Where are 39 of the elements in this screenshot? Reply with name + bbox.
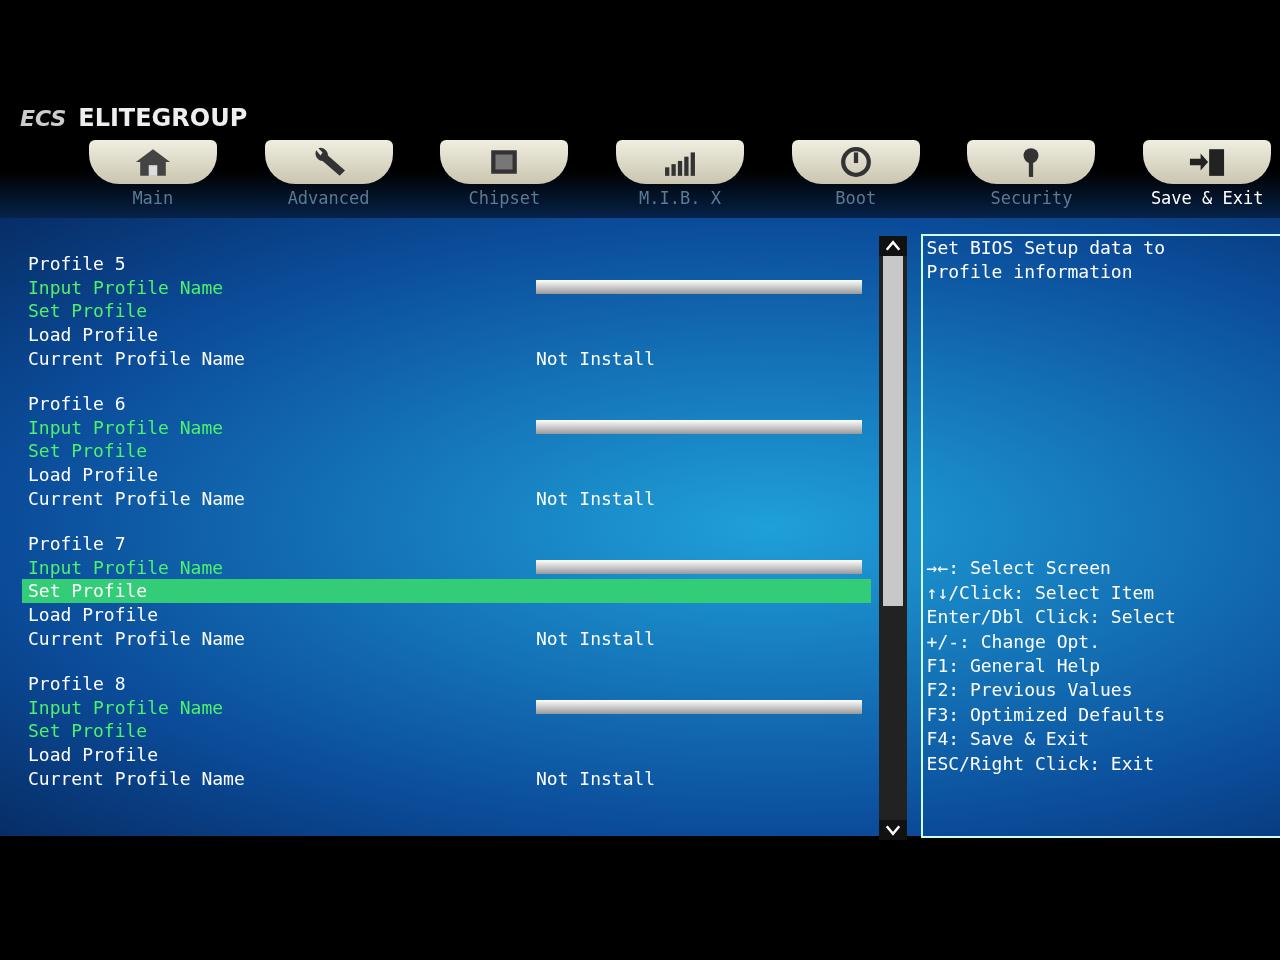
brand-name: ELITEGROUP: [78, 104, 248, 132]
help-description: Set BIOS Setup data to Profile information: [926, 236, 1166, 284]
setup-item[interactable]: Profile 7: [22, 531, 871, 556]
setup-item[interactable]: Profile 8: [22, 671, 871, 696]
setup-item[interactable]: Set Profile: [22, 439, 871, 463]
setup-item[interactable]: Set Profile: [22, 299, 871, 323]
key-hint: F1: General Help: [926, 653, 1101, 678]
key-hint: F3: Optimized Defaults: [926, 702, 1166, 727]
menu-tab[interactable]: Security: [958, 140, 1105, 218]
setup-item[interactable]: Current Profile Name Not Install: [22, 346, 871, 370]
setup-item[interactable]: Input Profile Name: [22, 415, 871, 440]
menu-tab[interactable]: Save & Exit: [1134, 140, 1280, 218]
profile-name-field[interactable]: [536, 280, 862, 295]
ecs-logo: ECS: [20, 106, 67, 131]
menu-tab[interactable]: M.I.B. X: [607, 140, 753, 218]
profile-name-field[interactable]: [536, 560, 862, 575]
setup-item[interactable]: Profile 6: [22, 391, 871, 416]
menu-tab[interactable]: Main: [80, 140, 226, 218]
setup-item[interactable]: Input Profile Name: [22, 695, 871, 720]
setup-item[interactable]: Current Profile Name Not Install: [22, 626, 871, 650]
key-hint: +/-: Change Opt.: [926, 629, 1101, 654]
key-hint: ↑↓/Click: Select Item: [926, 580, 1156, 605]
setup-item[interactable]: Set Profile: [22, 719, 871, 743]
setup-item[interactable]: Current Profile Name Not Install: [22, 766, 871, 790]
scrollbar[interactable]: [878, 236, 907, 840]
key-hint: ESC/Right Click: Exit: [926, 751, 1156, 776]
setup-item[interactable]: Current Profile Name Not Install: [22, 486, 871, 510]
key-hint: F2: Previous Values: [926, 678, 1134, 703]
setup-item[interactable]: Profile 5: [22, 252, 871, 276]
key-hint: →←: Select Screen: [926, 556, 1112, 581]
menu-tab[interactable]: Advanced: [255, 140, 402, 218]
setup-item[interactable]: Input Profile Name: [22, 555, 871, 580]
menu-tab[interactable]: Chipset: [431, 140, 578, 218]
key-hint: Enter/Dbl Click: Select: [926, 605, 1177, 630]
menu-tab[interactable]: Boot: [782, 140, 929, 218]
key-hint: F4: Save & Exit: [926, 727, 1091, 752]
profile-name-field[interactable]: [536, 700, 862, 715]
profile-name-field[interactable]: [536, 420, 862, 435]
setup-item[interactable]: Input Profile Name: [22, 275, 871, 300]
